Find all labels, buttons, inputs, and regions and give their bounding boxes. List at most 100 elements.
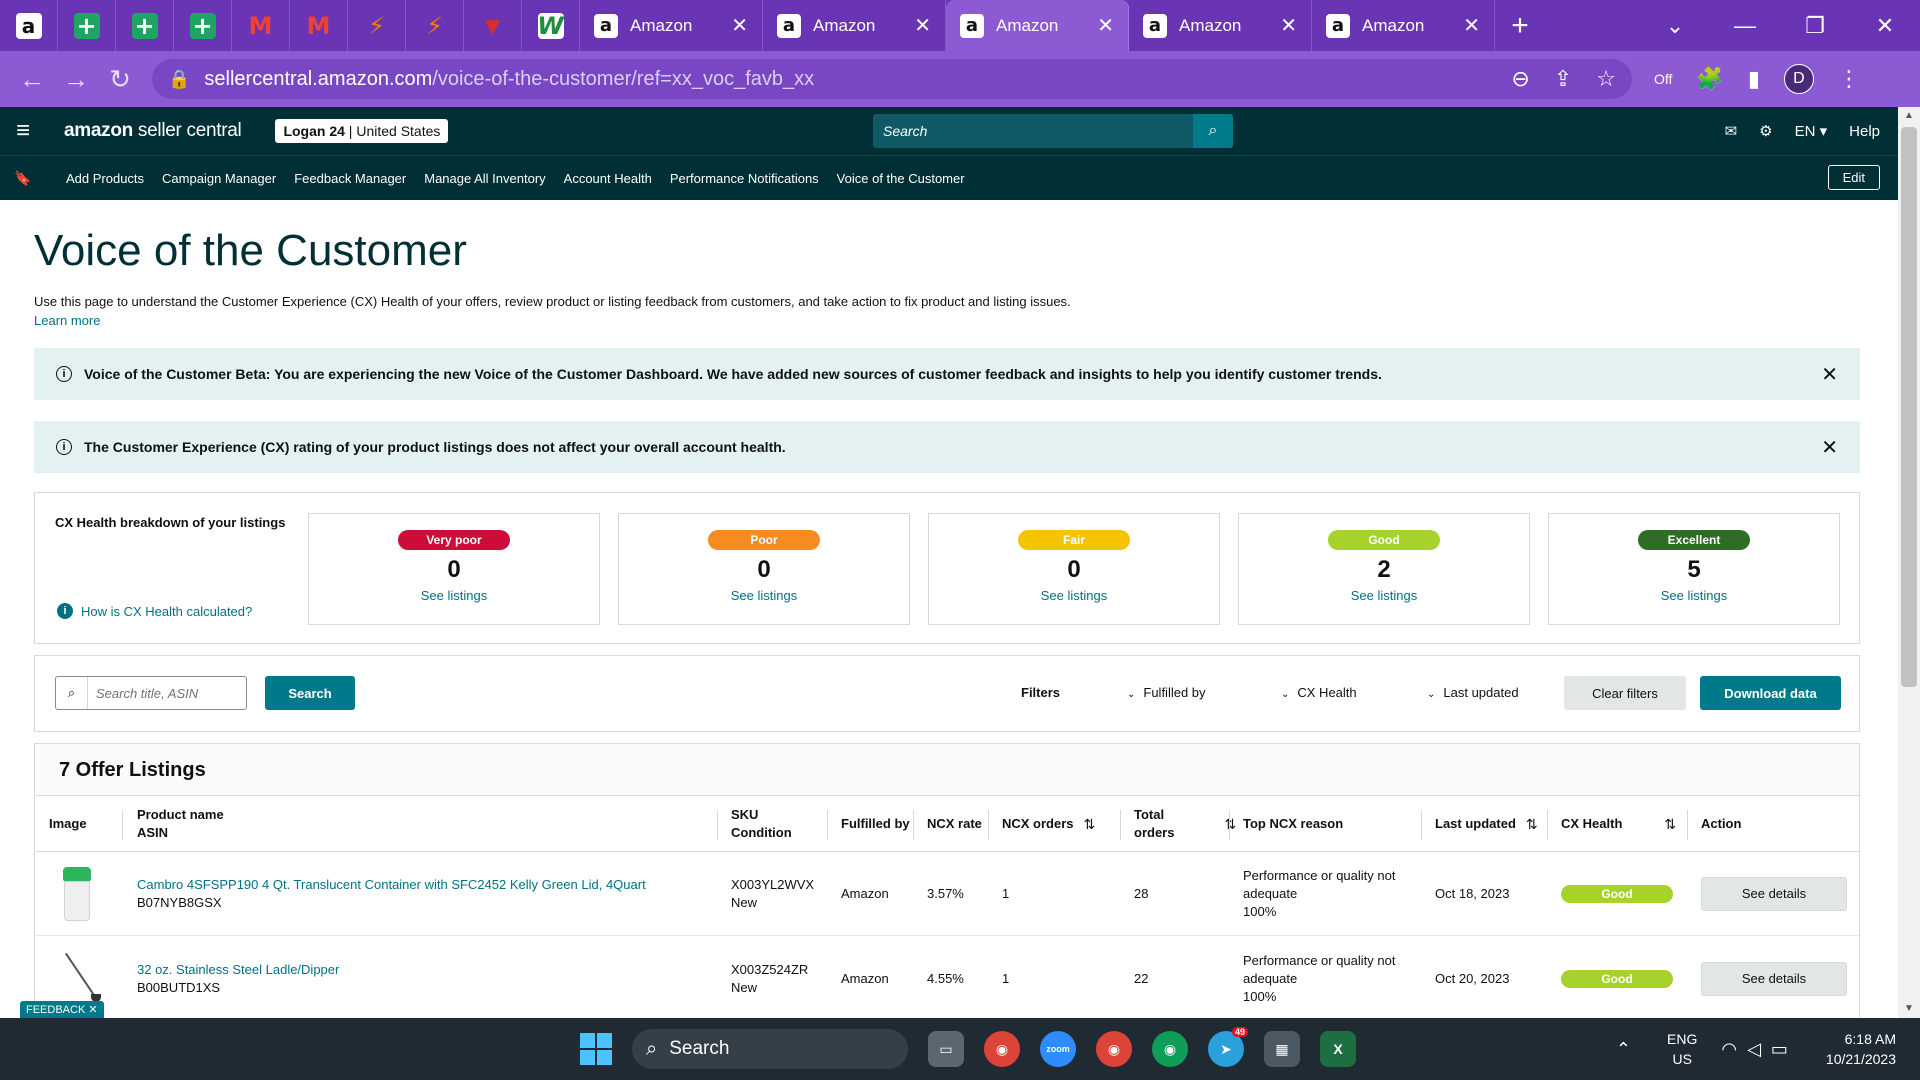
bookmark-star-icon[interactable]: ☆ xyxy=(1596,66,1616,92)
telegram-icon[interactable]: ➤ 49 xyxy=(1208,1027,1248,1067)
url-field[interactable]: 🔒 sellercentral.amazon.com/voice-of-the-… xyxy=(152,59,1632,99)
back-icon[interactable]: ← xyxy=(10,64,54,95)
pinned-tab-sheets[interactable]: + xyxy=(174,0,232,51)
edit-bookmarks-button[interactable]: Edit xyxy=(1827,165,1880,190)
restore-icon[interactable]: ❐ xyxy=(1780,13,1850,39)
search-icon[interactable]: ⌕ xyxy=(1193,114,1233,148)
col-sku[interactable]: SKU Condition xyxy=(719,796,792,852)
hamburger-menu-icon[interactable]: ≡ xyxy=(0,117,46,145)
pinned-tab-sheets[interactable]: + xyxy=(116,0,174,51)
pinned-tab-sheets[interactable]: + xyxy=(58,0,116,51)
sort-icon[interactable]: ⇅ xyxy=(1526,815,1538,833)
col-ncx-rate[interactable]: NCX rate xyxy=(915,796,982,852)
lock-icon[interactable]: 🔒 xyxy=(168,69,190,90)
close-window-icon[interactable]: ✕ xyxy=(1850,13,1920,39)
bookmark-manage-inventory[interactable]: Manage All Inventory xyxy=(424,171,545,186)
store-selector[interactable]: Logan 24 | United States xyxy=(275,119,449,143)
bookmark-performance-notifications[interactable]: Performance Notifications xyxy=(670,171,819,186)
listing-search-input[interactable]: ⌕ Search title, ASIN xyxy=(55,676,247,710)
pinned-tab-amazon[interactable]: a xyxy=(0,0,58,51)
close-icon[interactable]: ✕ xyxy=(731,13,748,38)
header-search[interactable]: Search ⌕ xyxy=(873,114,1233,148)
tab-amazon-1[interactable]: a Amazon ✕ xyxy=(580,0,763,51)
see-listings-link[interactable]: See listings xyxy=(1549,588,1839,603)
seller-central-logo[interactable]: amazon seller central xyxy=(64,120,242,142)
chrome-active-icon[interactable]: ◉ xyxy=(1152,1031,1188,1067)
tab-amazon-2[interactable]: a Amazon ✕ xyxy=(763,0,946,51)
fulfilled-by-dropdown[interactable]: ⌄ Fulfilled by xyxy=(1127,685,1206,700)
chevron-up-icon[interactable]: ⌃ xyxy=(1616,1039,1631,1060)
close-icon[interactable]: ✕ xyxy=(1821,435,1838,460)
pinned-tab-tasks[interactable]: ⚡ xyxy=(348,0,406,51)
tab-amazon-4[interactable]: a Amazon ✕ xyxy=(1129,0,1312,51)
see-listings-link[interactable]: See listings xyxy=(619,588,909,603)
zoom-app-icon[interactable]: zoom xyxy=(1040,1031,1076,1067)
sort-icon[interactable]: ⇅ xyxy=(1084,815,1096,833)
reload-icon[interactable]: ↻ xyxy=(98,64,142,95)
col-last-updated[interactable]: Last updated ⇅ xyxy=(1423,796,1538,852)
see-details-button[interactable]: See details xyxy=(1701,877,1847,911)
see-listings-link[interactable]: See listings xyxy=(1239,588,1529,603)
clock[interactable]: 6:18 AM 10/21/2023 xyxy=(1826,1029,1896,1069)
pinned-tab-tasks[interactable]: ⚡ xyxy=(406,0,464,51)
bookmark-campaign-manager[interactable]: Campaign Manager xyxy=(162,171,276,186)
search-button[interactable]: Search xyxy=(265,676,355,710)
tab-amazon-active[interactable]: a Amazon ✕ xyxy=(946,0,1129,51)
zoom-icon[interactable]: ⊖ xyxy=(1511,66,1529,92)
close-icon[interactable]: ✕ xyxy=(1821,362,1838,387)
sort-icon[interactable]: ⇅ xyxy=(1664,815,1676,833)
side-panel-icon[interactable]: ▮ xyxy=(1748,66,1760,92)
header-search-input[interactable]: Search xyxy=(873,123,1193,139)
calculator-icon[interactable]: ▦ xyxy=(1264,1031,1300,1067)
bookmark-account-health[interactable]: Account Health xyxy=(564,171,652,186)
pinned-tab-w-app[interactable]: W xyxy=(522,0,580,51)
last-updated-dropdown[interactable]: ⌄ Last updated xyxy=(1427,685,1519,700)
scroll-up-icon[interactable]: ▲ xyxy=(1898,107,1920,125)
pinned-tab-red-app[interactable]: ▼ xyxy=(464,0,522,51)
close-icon[interactable]: ✕ xyxy=(1463,13,1480,38)
share-icon[interactable]: ⇪ xyxy=(1554,66,1572,92)
col-fulfilled-by[interactable]: Fulfilled by xyxy=(829,796,910,852)
mail-icon[interactable]: ✉ xyxy=(1725,122,1738,140)
tab-amazon-5[interactable]: a Amazon ✕ xyxy=(1312,0,1495,51)
see-listings-link[interactable]: See listings xyxy=(929,588,1219,603)
bookmark-icon[interactable]: 🔖 xyxy=(0,170,46,187)
col-ncx-orders[interactable]: NCX orders ⇅ xyxy=(990,796,1095,852)
profile-avatar[interactable]: D xyxy=(1783,64,1814,94)
excel-icon[interactable]: X xyxy=(1320,1031,1356,1067)
help-link[interactable]: Help xyxy=(1849,123,1880,140)
vertical-scrollbar[interactable]: ▲ ▼ xyxy=(1898,107,1920,1018)
pinned-tab-gmail[interactable]: M xyxy=(232,0,290,51)
language-selector[interactable]: EN ▾ xyxy=(1795,122,1828,140)
wifi-volume-battery-icon[interactable]: ◠◁▭ xyxy=(1721,1039,1798,1060)
bookmark-voice-of-customer[interactable]: Voice of the Customer xyxy=(837,171,965,186)
product-name-link[interactable]: Cambro 4SFSPP190 4 Qt. Translucent Conta… xyxy=(137,876,717,894)
scrollbar-thumb[interactable] xyxy=(1901,127,1917,687)
file-explorer-icon[interactable]: ▭ xyxy=(928,1031,964,1067)
kebab-menu-icon[interactable]: ⋮ xyxy=(1838,66,1860,92)
col-product-name[interactable]: Product name ASIN xyxy=(125,796,224,852)
bookmark-feedback-manager[interactable]: Feedback Manager xyxy=(294,171,406,186)
new-tab-button[interactable]: + xyxy=(1495,9,1545,43)
col-total-orders[interactable]: Total orders ⇅ xyxy=(1122,796,1236,852)
puzzle-icon[interactable]: 🧩 xyxy=(1696,66,1723,92)
cx-health-dropdown[interactable]: ⌄ CX Health xyxy=(1281,685,1357,700)
close-icon[interactable]: ✕ xyxy=(1097,13,1114,38)
chrome-profile-icon[interactable]: ◉ xyxy=(1096,1031,1132,1067)
learn-more-link[interactable]: Learn more xyxy=(34,313,100,328)
product-image[interactable] xyxy=(61,952,105,1004)
see-listings-link[interactable]: See listings xyxy=(309,588,599,603)
scroll-down-icon[interactable]: ▼ xyxy=(1898,1000,1920,1018)
minimize-icon[interactable]: — xyxy=(1710,13,1780,39)
language-indicator[interactable]: ENG US xyxy=(1667,1029,1697,1069)
chrome-icon[interactable]: ◉ xyxy=(984,1031,1020,1067)
forward-icon[interactable]: → xyxy=(54,64,98,95)
product-name-link[interactable]: 32 oz. Stainless Steel Ladle/Dipper xyxy=(137,961,717,979)
windows-start-icon[interactable] xyxy=(580,1033,612,1065)
download-data-button[interactable]: Download data xyxy=(1700,676,1841,710)
close-icon[interactable]: ✕ xyxy=(1280,13,1297,38)
clear-filters-button[interactable]: Clear filters xyxy=(1564,676,1686,710)
see-details-button[interactable]: See details xyxy=(1701,962,1847,996)
close-icon[interactable]: ✕ xyxy=(914,13,931,38)
gear-icon[interactable]: ⚙ xyxy=(1759,122,1772,140)
